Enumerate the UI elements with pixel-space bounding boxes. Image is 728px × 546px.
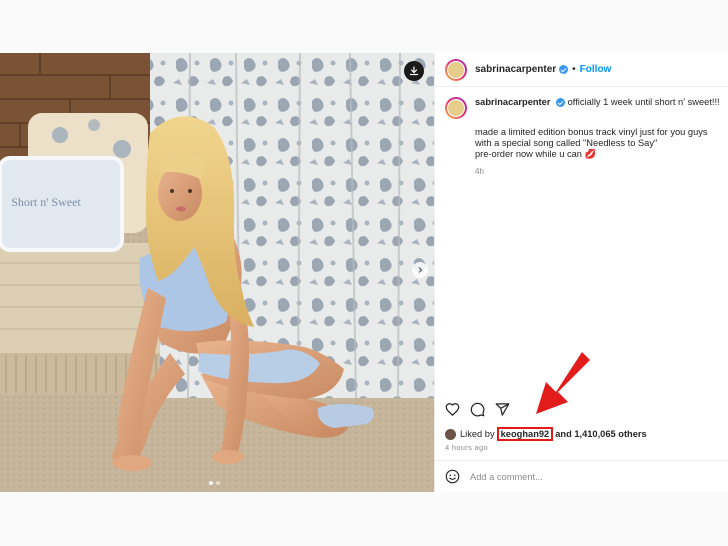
- heart-icon: [445, 403, 460, 416]
- liked-prefix: Liked by: [460, 429, 495, 439]
- caption-line-2: made a limited edition bonus track vinyl…: [475, 127, 708, 148]
- post-actions: [445, 402, 510, 417]
- carousel-dots: [209, 481, 220, 485]
- red-arrow-icon: [536, 352, 590, 414]
- caption-line-3: pre-order now while u can 💋: [475, 149, 597, 159]
- caption-line-1: officially 1 week until short n' sweet!!…: [567, 97, 720, 107]
- post-caption: sabrinacarpenter officially 1 week until…: [445, 97, 723, 176]
- avatar[interactable]: [445, 58, 467, 81]
- pillow-text: Short n' Sweet: [11, 195, 81, 209]
- post-photo: Short n' Sweet: [0, 53, 434, 492]
- liker-avatar[interactable]: [445, 428, 456, 440]
- share-icon: [495, 403, 510, 416]
- liked-user-link[interactable]: keoghan92: [496, 427, 554, 441]
- header-username[interactable]: sabrinacarpenter: [475, 64, 556, 75]
- like-button[interactable]: [445, 402, 460, 417]
- caption-username[interactable]: sabrinacarpenter: [475, 97, 550, 107]
- caption-timestamp[interactable]: 4h: [475, 167, 723, 176]
- comment-button[interactable]: [470, 402, 485, 417]
- download-icon: [409, 66, 419, 76]
- download-button[interactable]: [404, 61, 424, 81]
- carousel-next-button[interactable]: [412, 262, 428, 278]
- post-media[interactable]: Short n' Sweet: [0, 53, 434, 492]
- verified-badge-icon: [559, 65, 569, 74]
- caption-avatar[interactable]: [445, 97, 467, 119]
- caption-verified-icon: [556, 98, 566, 108]
- carousel-dot[interactable]: [216, 481, 220, 485]
- follow-button[interactable]: Follow: [580, 64, 612, 75]
- comment-input[interactable]: [470, 471, 670, 482]
- liked-others-link[interactable]: and 1,410,065 others: [555, 429, 646, 439]
- post-sidebar: sabrinacarpenter • Follow sabrinacarpent…: [434, 53, 728, 492]
- carousel-dot-active[interactable]: [209, 481, 213, 485]
- instagram-post: Short n' Sweet sabrinacarpenter • Follow…: [0, 53, 728, 492]
- chevron-right-icon: [418, 267, 423, 273]
- comment-icon: [470, 402, 485, 417]
- post-timestamp[interactable]: 4 hours ago: [445, 443, 488, 452]
- share-button[interactable]: [495, 402, 510, 417]
- comment-bar: [435, 460, 728, 492]
- emoji-icon[interactable]: [445, 469, 460, 484]
- header-separator: •: [572, 64, 576, 75]
- likes-summary: Liked by keoghan92 and 1,410,065 others: [445, 427, 647, 441]
- post-header: sabrinacarpenter • Follow: [435, 53, 728, 87]
